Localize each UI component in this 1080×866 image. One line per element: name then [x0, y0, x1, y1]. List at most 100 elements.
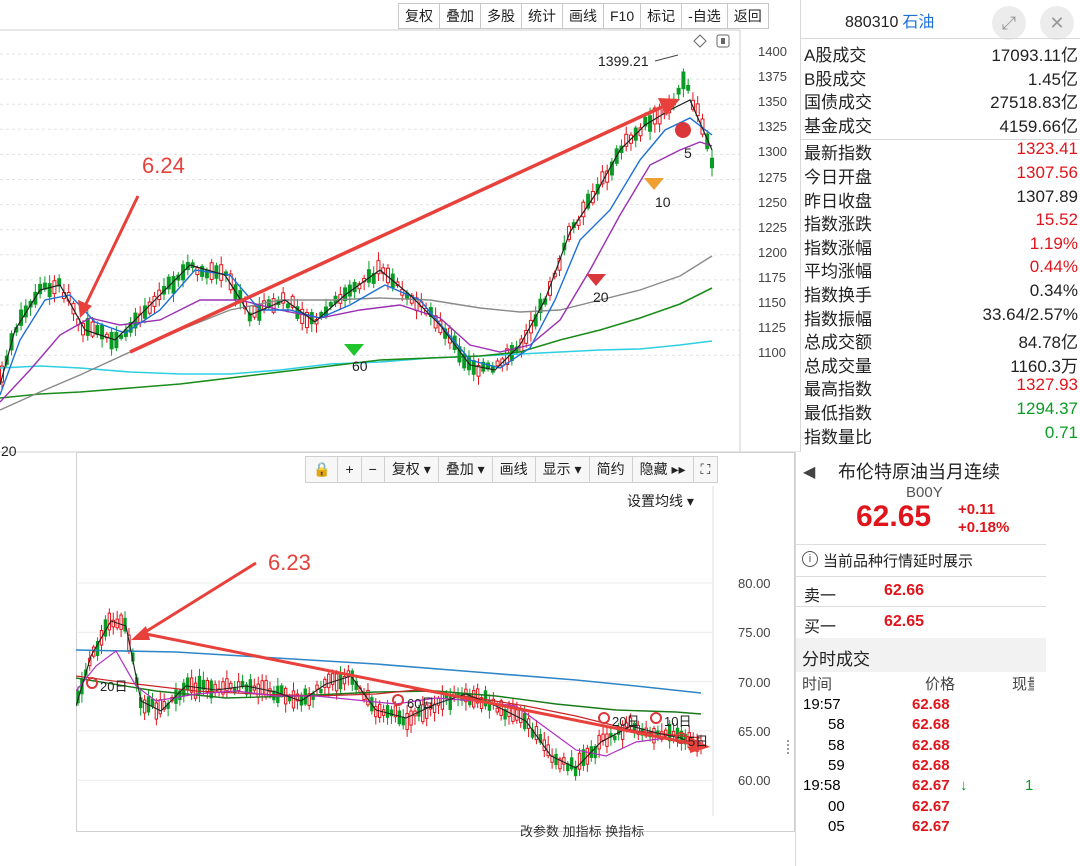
- buy-one-label: 买一: [804, 619, 837, 636]
- info-icon: i: [802, 551, 818, 567]
- y-tick-label: 1200: [758, 244, 787, 260]
- divider: [796, 606, 1046, 607]
- quote-row: 指数涨幅 1.19%: [800, 234, 1080, 258]
- tick-price: 62.67: [912, 797, 950, 815]
- quote-row: B股成交 1.45亿: [800, 65, 1080, 89]
- resize-handle[interactable]: [787, 740, 793, 754]
- quote-row-label: 指数换手: [804, 286, 872, 305]
- tick-row: 19:57 62.68: [800, 696, 1045, 716]
- y-tick-label: 1375: [758, 69, 787, 85]
- y-tick-label: 65.00: [738, 723, 771, 739]
- y-tick-label: 1325: [758, 119, 787, 135]
- y-tick-label: 1175: [758, 269, 786, 285]
- quote-row-value: 1327.93: [1016, 375, 1078, 395]
- futures-change: +0.11: [958, 501, 996, 518]
- divider: [800, 38, 1080, 39]
- quote-row-label: 今日开盘: [804, 168, 872, 187]
- quote-row: 国债成交 27518.83亿: [800, 88, 1080, 112]
- simple-mode-button[interactable]: 简约: [589, 456, 633, 483]
- ma-settings-dropdown[interactable]: 设置均线 ▾: [627, 491, 694, 511]
- quote-row-value: 17093.11亿: [991, 46, 1078, 65]
- top-left-label: 20: [1, 443, 17, 459]
- tick-row: 59 62.68: [800, 757, 1045, 777]
- quote-row-label: 平均涨幅: [804, 262, 872, 282]
- quote-row: 最高指数 1327.93: [800, 375, 1080, 399]
- stats-button[interactable]: 统计: [522, 3, 563, 29]
- quote-row-label: 昨日收盘: [804, 191, 872, 211]
- quote-row-label: 最新指数: [804, 144, 872, 164]
- y-tick-label: 1150: [758, 295, 786, 310]
- col-price-header: 价格: [925, 676, 956, 693]
- tick-time: 05: [828, 817, 845, 835]
- tick-time: 19:57: [803, 696, 841, 713]
- y-tick-label: 1100: [758, 345, 786, 361]
- zoom-out-icon[interactable]: −: [361, 456, 385, 483]
- draw-line-button[interactable]: 画线: [563, 3, 604, 29]
- hide-button[interactable]: 隐藏 ▸▸: [632, 456, 694, 483]
- zoom-in-icon[interactable]: +: [338, 456, 362, 483]
- top-toolbar: 复权 叠加 多股 统计 画线 F10 标记 -自选 返回: [398, 3, 769, 29]
- index-code: 880310: [845, 14, 899, 31]
- quote-row-value: 1307.89: [1016, 186, 1078, 206]
- col-vol-header: 现量: [1012, 676, 1034, 693]
- quote-row-label: 指数涨幅: [804, 238, 872, 258]
- bottom-ma-blue-line: [76, 649, 702, 694]
- futures-change-pct: +0.18%: [958, 519, 1010, 536]
- ma20-marker-label: 20日: [100, 679, 128, 694]
- remove-watchlist-button[interactable]: -自选: [682, 3, 728, 29]
- col-time-header: 时间: [802, 676, 833, 693]
- draw-line-button[interactable]: 画线: [492, 456, 536, 483]
- ma5-marker-label: 5: [684, 145, 692, 161]
- quote-row-value: 15.52: [1035, 210, 1078, 230]
- collapse-arrow-icon[interactable]: ◀: [803, 462, 815, 482]
- multi-stock-button[interactable]: 多股: [481, 3, 522, 29]
- display-dropdown[interactable]: 显示 ▾: [535, 456, 590, 483]
- y-tick-label: 75.00: [738, 625, 771, 641]
- futures-title: 布伦特原油当月连续: [838, 462, 1000, 482]
- divider: [800, 139, 1080, 140]
- quote-row-value: 0.71: [1044, 422, 1078, 442]
- quote-row-label: 最低指数: [804, 404, 872, 423]
- ma5-marker-label: 5日: [688, 734, 709, 749]
- tick-price: 62.68: [912, 736, 950, 754]
- bottom-candlestick-chart[interactable]: [76, 486, 788, 826]
- quote-row: 指数振幅 33.64/2.57%: [800, 305, 1080, 329]
- fullscreen-icon[interactable]: ⛶: [693, 456, 719, 483]
- back-button[interactable]: 返回: [727, 3, 769, 29]
- quote-row: 总成交额 84.78亿: [800, 328, 1080, 352]
- quote-row-value: 0.34%: [1029, 281, 1078, 300]
- y-tick-label: 1400: [758, 44, 787, 59]
- tick-price: 62.67: [912, 817, 950, 835]
- quote-row-value: 1.45亿: [1027, 69, 1078, 89]
- top-candlestick-chart[interactable]: [0, 0, 800, 455]
- overlay-button[interactable]: 叠加: [440, 3, 481, 29]
- ma20-marker-label-2: 20日: [612, 714, 640, 729]
- mark-button[interactable]: 标记: [641, 3, 683, 29]
- quote-row-label: 指数涨跌: [804, 215, 872, 235]
- tick-time: 59: [828, 756, 845, 774]
- f10-button[interactable]: F10: [604, 3, 642, 29]
- top-high-label: 1399.21: [598, 53, 649, 69]
- quote-row: 昨日收盘 1307.89: [800, 187, 1080, 211]
- lock-icon[interactable]: 🔒: [305, 456, 339, 483]
- quote-row: 最低指数 1294.37: [800, 399, 1080, 423]
- quote-row-label: 最高指数: [804, 380, 872, 400]
- tick-time: 58: [828, 736, 845, 754]
- quote-row: 基金成交 4159.66亿: [800, 112, 1080, 136]
- y-tick-label: 1350: [758, 94, 787, 110]
- y-tick-label: 1300: [758, 144, 787, 160]
- quote-row: 今日开盘 1307.56: [800, 163, 1080, 187]
- fuquan-button[interactable]: 复权: [398, 3, 440, 29]
- delay-notice: 当前品种行情延时展示: [823, 553, 974, 570]
- fuquan-dropdown[interactable]: 复权 ▾: [384, 456, 439, 483]
- top-annotation-date: 6.24: [142, 153, 185, 178]
- quote-row: 总成交量 1160.3万: [800, 352, 1080, 376]
- quote-row-value: 84.78亿: [1018, 333, 1078, 353]
- close-icon[interactable]: ✕: [1040, 6, 1074, 40]
- indicator-footer[interactable]: 改参数 加指标 换指标: [520, 821, 644, 840]
- quote-row: 平均涨幅 0.44%: [800, 257, 1080, 281]
- expand-icon[interactable]: ⤢: [992, 6, 1026, 40]
- y-tick-label: 1275: [758, 169, 787, 185]
- quote-row-value: 1323.41: [1016, 139, 1078, 159]
- overlay-dropdown[interactable]: 叠加 ▾: [438, 456, 493, 483]
